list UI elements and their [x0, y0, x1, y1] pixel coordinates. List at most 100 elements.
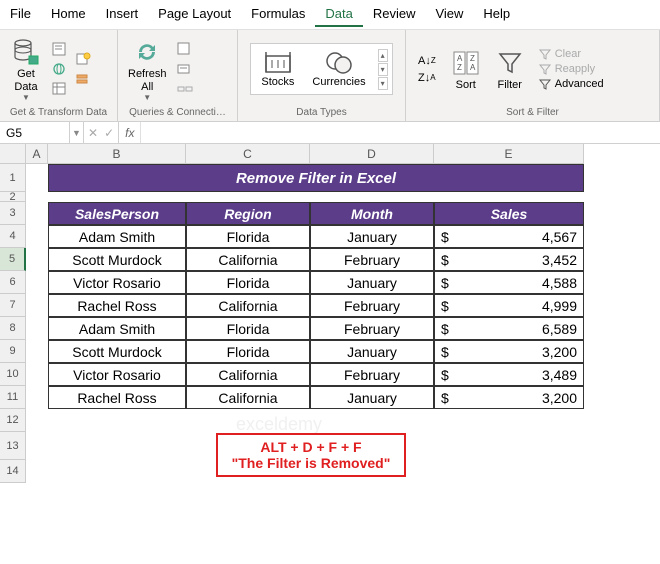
menu-page-layout[interactable]: Page Layout	[148, 2, 241, 27]
row-header-6[interactable]: 6	[0, 271, 26, 294]
menu-home[interactable]: Home	[41, 2, 96, 27]
formula-input[interactable]	[141, 122, 660, 143]
col-header-A[interactable]: A	[26, 144, 48, 164]
row-header-5[interactable]: 5	[0, 248, 26, 271]
menu-help[interactable]: Help	[473, 2, 520, 27]
row-header-11[interactable]: 11	[0, 386, 26, 409]
sort-desc-button[interactable]: Z↓A	[414, 70, 440, 86]
menu-file[interactable]: File	[0, 2, 41, 27]
advanced-filter-button[interactable]: Advanced	[536, 77, 606, 91]
cell-sales[interactable]: $4,999	[434, 294, 584, 317]
cell-region[interactable]: California	[186, 248, 310, 271]
cell-month[interactable]: February	[310, 248, 434, 271]
name-box[interactable]: G5	[0, 122, 70, 143]
ribbon-group-label: Queries & Connecti…	[124, 106, 231, 119]
row-header-8[interactable]: 8	[0, 317, 26, 340]
refresh-all-button[interactable]: Refresh All ▼	[124, 34, 171, 103]
reapply-filter-button[interactable]: Reapply	[536, 62, 606, 76]
cell-month[interactable]: January	[310, 271, 434, 294]
menu-view[interactable]: View	[425, 2, 473, 27]
cell-sales[interactable]: $3,452	[434, 248, 584, 271]
recent-sources-button[interactable]	[74, 50, 94, 68]
row-header-1[interactable]: 1	[0, 164, 26, 192]
row-header-7[interactable]: 7	[0, 294, 26, 317]
cell-region[interactable]: California	[186, 386, 310, 409]
cell-person[interactable]: Scott Murdock	[48, 340, 186, 363]
from-table-button[interactable]	[50, 80, 70, 98]
ribbon-group-label: Data Types	[244, 106, 399, 119]
cell-person[interactable]: Scott Murdock	[48, 248, 186, 271]
cell-person[interactable]: Rachel Ross	[48, 386, 186, 409]
callout-shortcut: ALT + D + F + F	[230, 439, 392, 455]
row-header-4[interactable]: 4	[0, 225, 26, 248]
currencies-button[interactable]: Currencies	[306, 48, 371, 90]
stocks-button[interactable]: Stocks	[255, 48, 300, 90]
menu-review[interactable]: Review	[363, 2, 426, 27]
table-row: Victor Rosario California February $3,48…	[26, 363, 660, 386]
cell-sales[interactable]: $3,489	[434, 363, 584, 386]
cell-person[interactable]: Victor Rosario	[48, 271, 186, 294]
enter-formula-icon[interactable]: ✓	[104, 126, 114, 140]
cell-sales[interactable]: $3,200	[434, 386, 584, 409]
col-header-B[interactable]: B	[48, 144, 186, 164]
header-sales: Sales	[434, 202, 584, 225]
from-web-button[interactable]	[50, 60, 70, 78]
cell-region[interactable]: California	[186, 363, 310, 386]
cell-month[interactable]: January	[310, 386, 434, 409]
col-header-C[interactable]: C	[186, 144, 310, 164]
reapply-icon	[538, 63, 552, 75]
cell-person[interactable]: Rachel Ross	[48, 294, 186, 317]
clear-icon	[538, 48, 552, 60]
filter-button[interactable]: Filter	[490, 45, 530, 93]
cell-region[interactable]: Florida	[186, 271, 310, 294]
row-header-9[interactable]: 9	[0, 340, 26, 363]
properties-button[interactable]	[175, 60, 195, 78]
cell-sales[interactable]: $4,588	[434, 271, 584, 294]
menubar: FileHomeInsertPage LayoutFormulasDataRev…	[0, 0, 660, 30]
cell-sales[interactable]: $3,200	[434, 340, 584, 363]
cell-month[interactable]: February	[310, 294, 434, 317]
col-header-E[interactable]: E	[434, 144, 584, 164]
edit-links-button[interactable]	[175, 80, 195, 98]
fx-icon[interactable]: fx	[119, 122, 141, 143]
cell-region[interactable]: Florida	[186, 225, 310, 248]
cell-region[interactable]: Florida	[186, 317, 310, 340]
existing-connections-button[interactable]	[74, 70, 94, 88]
menu-formulas[interactable]: Formulas	[241, 2, 315, 27]
cell-person[interactable]: Adam Smith	[48, 317, 186, 340]
cell-person[interactable]: Victor Rosario	[48, 363, 186, 386]
clear-filter-button[interactable]: Clear	[536, 47, 606, 61]
sort-button[interactable]: AZZA Sort	[446, 45, 486, 93]
gallery-up-icon[interactable]: ▴	[378, 49, 388, 62]
sort-asc-button[interactable]: A↓Z	[414, 53, 440, 69]
gallery-more-icon[interactable]: ▾	[378, 77, 388, 90]
cell-person[interactable]: Adam Smith	[48, 225, 186, 248]
get-data-label: Get Data	[14, 68, 37, 92]
menu-data[interactable]: Data	[315, 2, 362, 27]
col-header-D[interactable]: D	[310, 144, 434, 164]
row-header-10[interactable]: 10	[0, 363, 26, 386]
from-text-button[interactable]	[50, 40, 70, 58]
cell-sales[interactable]: $6,589	[434, 317, 584, 340]
row-header-13[interactable]: 13	[0, 432, 26, 460]
callout-message: "The Filter is Removed"	[230, 455, 392, 471]
cancel-formula-icon[interactable]: ✕	[88, 126, 98, 140]
cell-region[interactable]: Florida	[186, 340, 310, 363]
cell-region[interactable]: California	[186, 294, 310, 317]
table-row: Rachel Ross California January $3,200	[26, 386, 660, 409]
get-data-button[interactable]: Get Data ▼	[6, 34, 46, 103]
row-header-14[interactable]: 14	[0, 460, 26, 483]
menu-insert[interactable]: Insert	[96, 2, 149, 27]
cell-sales[interactable]: $4,567	[434, 225, 584, 248]
row-header-3[interactable]: 3	[0, 202, 26, 225]
cell-month[interactable]: February	[310, 317, 434, 340]
select-all-corner[interactable]	[0, 144, 26, 164]
queries-button[interactable]	[175, 40, 195, 58]
gallery-down-icon[interactable]: ▾	[378, 63, 388, 76]
name-box-dropdown[interactable]: ▼	[70, 122, 84, 143]
row-header-2[interactable]: 2	[0, 192, 26, 202]
cell-month[interactable]: January	[310, 225, 434, 248]
cell-month[interactable]: February	[310, 363, 434, 386]
row-header-12[interactable]: 12	[0, 409, 26, 432]
cell-month[interactable]: January	[310, 340, 434, 363]
